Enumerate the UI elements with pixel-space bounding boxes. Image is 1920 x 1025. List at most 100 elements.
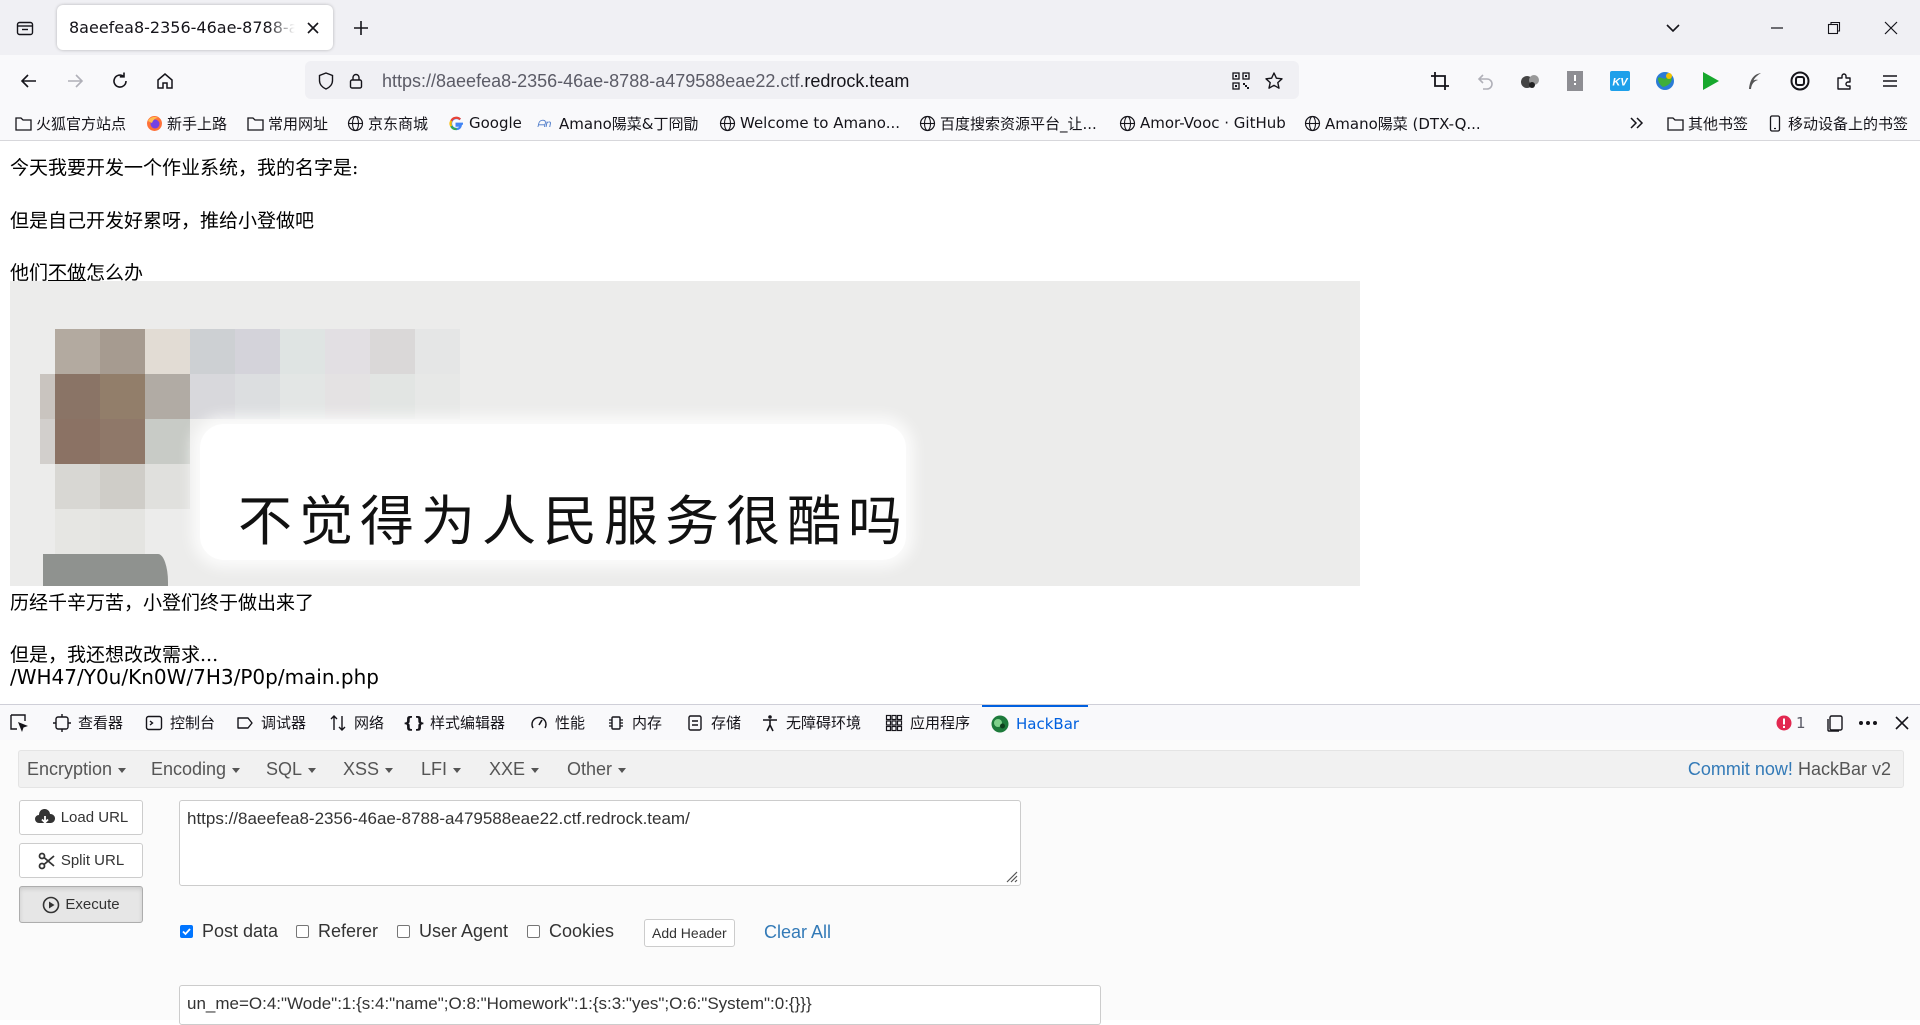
extension-button-1[interactable] [1516,67,1544,95]
error-count-badge[interactable]: 1 [1776,705,1806,740]
new-tab-button[interactable] [346,13,376,43]
app-menu-button[interactable] [1876,67,1904,95]
pick-element-icon [10,713,28,732]
menu-encryption[interactable]: Encryption [27,759,127,780]
bookmark-item[interactable]: 百度搜索资源平台_让... [918,112,1097,134]
menu-other[interactable]: Other [567,759,627,780]
back-button[interactable] [12,64,46,98]
close-window-button[interactable] [1871,13,1911,43]
bookmark-item[interactable]: Google [447,112,522,134]
extension-bubbles-icon [1521,75,1539,88]
bookmark-label: 其他书签 [1688,114,1749,133]
cookies-checkbox[interactable]: Cookies [527,921,614,942]
add-header-button[interactable]: Add Header [644,919,735,947]
checkbox-icon [397,925,410,938]
devtools-menu-button[interactable] [1858,705,1878,740]
tracking-protection-button[interactable] [315,70,337,92]
post-data-checkbox[interactable]: Post data [180,921,278,942]
extension-button-globe[interactable] [1651,67,1679,95]
menu-label: Encryption [27,759,113,779]
resize-grip-icon[interactable] [1004,869,1018,883]
network-icon [328,713,348,733]
extensions-button[interactable] [1831,67,1859,95]
tab-style-editor[interactable]: {} 样式编辑器 [403,705,506,740]
reload-button[interactable] [103,64,137,98]
extension-button-play[interactable] [1696,67,1724,95]
tab-inspector[interactable]: 查看器 [52,705,123,740]
extension-button-feather[interactable] [1741,67,1769,95]
checkbox-label: Post data [202,921,279,941]
bookmark-item[interactable]: 火狐官方站点 [14,112,126,134]
bookmark-item[interactable]: 常用网址 [246,112,328,134]
site-info-button[interactable] [345,70,367,92]
bookmark-item[interactable]: Amor-Vooc · GitHub [1118,112,1286,134]
forward-button[interactable] [58,64,92,98]
navigation-toolbar: https://8aeefea8-2356-46ae-8788-a479588e… [0,55,1920,107]
tab-performance[interactable]: 性能 [529,705,585,740]
tab-hackbar[interactable]: HackBar [982,705,1088,740]
svg-text:KV: KV [1612,77,1629,89]
minimize-button[interactable] [1757,13,1797,43]
tab-label: 控制台 [170,714,216,732]
tab-debugger[interactable]: 调试器 [235,705,306,740]
bookmark-item[interactable]: ᗩn Amano陽菜&丁冏勖 [537,112,698,134]
tab-list-button[interactable] [10,13,40,43]
load-url-button[interactable]: Load URL [19,800,143,835]
home-button[interactable] [148,64,182,98]
tab-application[interactable]: 应用程序 [884,705,970,740]
tab-memory[interactable]: 内存 [606,705,662,740]
url-text[interactable]: https://8aeefea8-2356-46ae-8788-a479588e… [382,71,909,92]
tab-label: 调试器 [261,714,307,732]
bookmarks-overflow-button[interactable] [1628,112,1646,134]
menu-lfi[interactable]: LFI [421,759,462,780]
extension-button-2[interactable] [1561,67,1589,95]
screenshot-button[interactable] [1426,67,1454,95]
devtools-close-button[interactable] [1895,705,1909,740]
restore-button[interactable] [1814,13,1854,43]
checkbox-label: Referer [318,921,379,941]
tab-storage[interactable]: 存储 [685,705,741,740]
active-tab[interactable]: 8aeefea8-2356-46ae-8788-a479588eae22.ctf… [57,5,333,50]
element-picker-button[interactable] [8,705,30,740]
menu-sql[interactable]: SQL [266,759,317,780]
menu-encoding[interactable]: Encoding [151,759,241,780]
tab-close-button[interactable] [303,18,323,38]
folder-icon [246,114,264,132]
tab-accessibility[interactable]: 无障碍环境 [760,705,861,740]
checkbox-icon [527,925,540,938]
dock-toggle-button[interactable] [1826,705,1844,740]
url-bar[interactable]: https://8aeefea8-2356-46ae-8788-a479588e… [305,61,1299,99]
button-label: Execute [65,896,120,913]
split-url-button[interactable]: Split URL [19,843,143,878]
extension-button-openai[interactable] [1786,67,1814,95]
bookmark-item[interactable]: Amano陽菜 (DTX-Q... [1303,112,1481,134]
tab-label: 样式编辑器 [430,714,506,732]
referer-checkbox[interactable]: Referer [296,921,378,942]
commit-link[interactable]: Commit now! [1688,759,1793,779]
tab-network[interactable]: 网络 [328,705,384,740]
bookmark-item[interactable]: Welcome to Amano... [718,112,900,134]
other-bookmarks-folder[interactable]: 其他书签 [1666,112,1748,134]
bookmark-item[interactable]: 新手上路 [145,112,227,134]
user-agent-checkbox[interactable]: User Agent [397,921,508,942]
bookmark-star-button[interactable] [1263,70,1285,92]
clear-all-link[interactable]: Clear All [764,922,831,943]
menu-label: LFI [421,759,448,779]
list-all-tabs-button[interactable] [1653,13,1693,43]
tab-console[interactable]: 控制台 [144,705,215,740]
text-line: 今天我要开发一个作业系统，我的名字是: [10,157,359,179]
text-line: 但是，我还想改改需求... [10,644,219,666]
undo-close-button[interactable] [1471,67,1499,95]
post-data-input[interactable]: un_me=O:4:"Wode":1:{s:4:"name";O:8:"Home… [179,985,1101,1025]
mobile-bookmarks-folder[interactable]: 移动设备上的书签 [1766,112,1908,134]
menu-xss[interactable]: XSS [343,759,394,780]
execute-button[interactable]: Execute [19,886,143,923]
extension-button-kv[interactable]: KV [1606,67,1634,95]
restore-icon [1827,21,1841,35]
menu-xxe[interactable]: XXE [489,759,540,780]
url-textarea[interactable]: https://8aeefea8-2356-46ae-8788-a479588e… [179,800,1021,886]
menu-label: XSS [343,759,380,779]
bookmark-item[interactable]: 京东商城 [346,112,428,134]
minimize-icon [1771,27,1783,29]
qr-code-button[interactable] [1230,70,1252,92]
